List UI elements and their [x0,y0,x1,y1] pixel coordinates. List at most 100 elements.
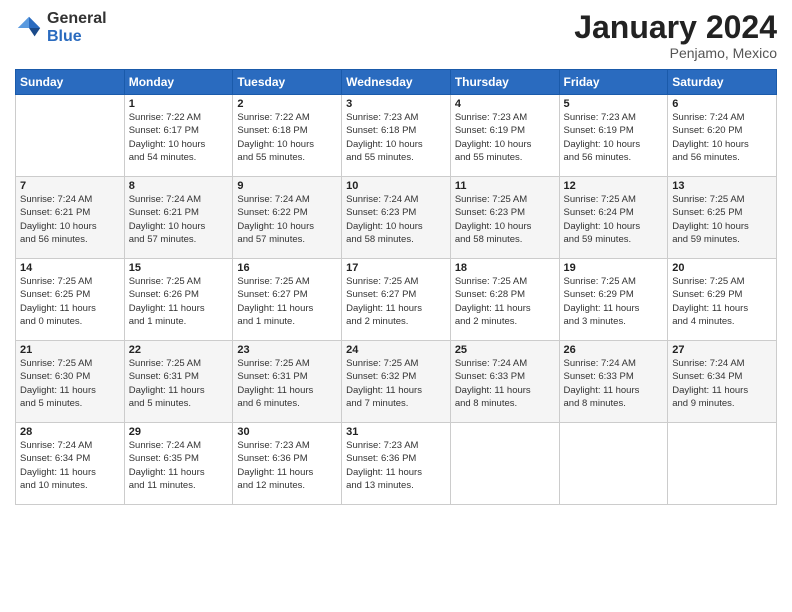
cell-1-3: 2Sunrise: 7:22 AM Sunset: 6:18 PM Daylig… [233,95,342,177]
col-header-friday: Friday [559,70,668,95]
day-number: 7 [20,180,120,192]
week-row-2: 7Sunrise: 7:24 AM Sunset: 6:21 PM Daylig… [16,177,777,259]
day-info: Sunrise: 7:25 AM Sunset: 6:24 PM Dayligh… [564,193,664,246]
day-info: Sunrise: 7:25 AM Sunset: 6:25 PM Dayligh… [20,275,120,328]
logo-text: General Blue [47,10,107,45]
day-info: Sunrise: 7:25 AM Sunset: 6:23 PM Dayligh… [455,193,555,246]
week-row-4: 21Sunrise: 7:25 AM Sunset: 6:30 PM Dayli… [16,341,777,423]
day-number: 20 [672,262,772,274]
cell-4-1: 21Sunrise: 7:25 AM Sunset: 6:30 PM Dayli… [16,341,125,423]
day-info: Sunrise: 7:23 AM Sunset: 6:36 PM Dayligh… [237,439,337,492]
cell-1-6: 5Sunrise: 7:23 AM Sunset: 6:19 PM Daylig… [559,95,668,177]
day-number: 18 [455,262,555,274]
week-row-1: 1Sunrise: 7:22 AM Sunset: 6:17 PM Daylig… [16,95,777,177]
day-number: 5 [564,98,664,110]
cell-1-2: 1Sunrise: 7:22 AM Sunset: 6:17 PM Daylig… [124,95,233,177]
day-info: Sunrise: 7:23 AM Sunset: 6:36 PM Dayligh… [346,439,446,492]
cell-4-7: 27Sunrise: 7:24 AM Sunset: 6:34 PM Dayli… [668,341,777,423]
day-number: 24 [346,344,446,356]
day-info: Sunrise: 7:25 AM Sunset: 6:27 PM Dayligh… [237,275,337,328]
cell-2-4: 10Sunrise: 7:24 AM Sunset: 6:23 PM Dayli… [342,177,451,259]
day-number: 21 [20,344,120,356]
week-row-5: 28Sunrise: 7:24 AM Sunset: 6:34 PM Dayli… [16,423,777,505]
day-number: 10 [346,180,446,192]
month-title: January 2024 [574,10,777,45]
day-info: Sunrise: 7:24 AM Sunset: 6:33 PM Dayligh… [455,357,555,410]
title-block: January 2024 Penjamo, Mexico [574,10,777,61]
cell-3-2: 15Sunrise: 7:25 AM Sunset: 6:26 PM Dayli… [124,259,233,341]
day-number: 11 [455,180,555,192]
cell-5-5 [450,423,559,505]
header-row: SundayMondayTuesdayWednesdayThursdayFrid… [16,70,777,95]
col-header-wednesday: Wednesday [342,70,451,95]
day-info: Sunrise: 7:24 AM Sunset: 6:21 PM Dayligh… [129,193,229,246]
day-info: Sunrise: 7:23 AM Sunset: 6:18 PM Dayligh… [346,111,446,164]
day-number: 14 [20,262,120,274]
day-number: 13 [672,180,772,192]
col-header-saturday: Saturday [668,70,777,95]
logo: General Blue [15,10,107,45]
calendar-table: SundayMondayTuesdayWednesdayThursdayFrid… [15,69,777,505]
cell-1-4: 3Sunrise: 7:23 AM Sunset: 6:18 PM Daylig… [342,95,451,177]
cell-5-2: 29Sunrise: 7:24 AM Sunset: 6:35 PM Dayli… [124,423,233,505]
day-info: Sunrise: 7:24 AM Sunset: 6:35 PM Dayligh… [129,439,229,492]
cell-4-5: 25Sunrise: 7:24 AM Sunset: 6:33 PM Dayli… [450,341,559,423]
location: Penjamo, Mexico [574,45,777,61]
day-number: 2 [237,98,337,110]
day-info: Sunrise: 7:25 AM Sunset: 6:25 PM Dayligh… [672,193,772,246]
day-number: 31 [346,426,446,438]
col-header-tuesday: Tuesday [233,70,342,95]
day-info: Sunrise: 7:22 AM Sunset: 6:17 PM Dayligh… [129,111,229,164]
day-info: Sunrise: 7:25 AM Sunset: 6:26 PM Dayligh… [129,275,229,328]
cell-5-3: 30Sunrise: 7:23 AM Sunset: 6:36 PM Dayli… [233,423,342,505]
day-number: 16 [237,262,337,274]
logo-icon [15,14,43,42]
cell-1-5: 4Sunrise: 7:23 AM Sunset: 6:19 PM Daylig… [450,95,559,177]
day-number: 15 [129,262,229,274]
cell-3-1: 14Sunrise: 7:25 AM Sunset: 6:25 PM Dayli… [16,259,125,341]
cell-2-6: 12Sunrise: 7:25 AM Sunset: 6:24 PM Dayli… [559,177,668,259]
day-info: Sunrise: 7:24 AM Sunset: 6:21 PM Dayligh… [20,193,120,246]
cell-2-5: 11Sunrise: 7:25 AM Sunset: 6:23 PM Dayli… [450,177,559,259]
day-number: 28 [20,426,120,438]
col-header-thursday: Thursday [450,70,559,95]
col-header-sunday: Sunday [16,70,125,95]
cell-4-6: 26Sunrise: 7:24 AM Sunset: 6:33 PM Dayli… [559,341,668,423]
cell-3-5: 18Sunrise: 7:25 AM Sunset: 6:28 PM Dayli… [450,259,559,341]
day-info: Sunrise: 7:24 AM Sunset: 6:33 PM Dayligh… [564,357,664,410]
logo-blue-text: Blue [47,28,107,46]
day-number: 19 [564,262,664,274]
day-info: Sunrise: 7:25 AM Sunset: 6:27 PM Dayligh… [346,275,446,328]
day-number: 23 [237,344,337,356]
day-info: Sunrise: 7:24 AM Sunset: 6:34 PM Dayligh… [20,439,120,492]
day-info: Sunrise: 7:23 AM Sunset: 6:19 PM Dayligh… [564,111,664,164]
cell-4-4: 24Sunrise: 7:25 AM Sunset: 6:32 PM Dayli… [342,341,451,423]
day-number: 6 [672,98,772,110]
day-info: Sunrise: 7:25 AM Sunset: 6:32 PM Dayligh… [346,357,446,410]
day-info: Sunrise: 7:25 AM Sunset: 6:30 PM Dayligh… [20,357,120,410]
cell-2-1: 7Sunrise: 7:24 AM Sunset: 6:21 PM Daylig… [16,177,125,259]
cell-2-3: 9Sunrise: 7:24 AM Sunset: 6:22 PM Daylig… [233,177,342,259]
cell-2-7: 13Sunrise: 7:25 AM Sunset: 6:25 PM Dayli… [668,177,777,259]
cell-2-2: 8Sunrise: 7:24 AM Sunset: 6:21 PM Daylig… [124,177,233,259]
day-info: Sunrise: 7:25 AM Sunset: 6:29 PM Dayligh… [564,275,664,328]
cell-5-4: 31Sunrise: 7:23 AM Sunset: 6:36 PM Dayli… [342,423,451,505]
cell-1-1 [16,95,125,177]
day-info: Sunrise: 7:23 AM Sunset: 6:19 PM Dayligh… [455,111,555,164]
day-number: 29 [129,426,229,438]
day-info: Sunrise: 7:25 AM Sunset: 6:31 PM Dayligh… [237,357,337,410]
day-number: 1 [129,98,229,110]
day-number: 27 [672,344,772,356]
day-number: 22 [129,344,229,356]
day-info: Sunrise: 7:25 AM Sunset: 6:29 PM Dayligh… [672,275,772,328]
day-number: 9 [237,180,337,192]
cell-1-7: 6Sunrise: 7:24 AM Sunset: 6:20 PM Daylig… [668,95,777,177]
page: General Blue January 2024 Penjamo, Mexic… [0,0,792,612]
header: General Blue January 2024 Penjamo, Mexic… [15,10,777,61]
day-info: Sunrise: 7:25 AM Sunset: 6:31 PM Dayligh… [129,357,229,410]
day-number: 12 [564,180,664,192]
cell-3-3: 16Sunrise: 7:25 AM Sunset: 6:27 PM Dayli… [233,259,342,341]
day-number: 4 [455,98,555,110]
cell-5-7 [668,423,777,505]
week-row-3: 14Sunrise: 7:25 AM Sunset: 6:25 PM Dayli… [16,259,777,341]
